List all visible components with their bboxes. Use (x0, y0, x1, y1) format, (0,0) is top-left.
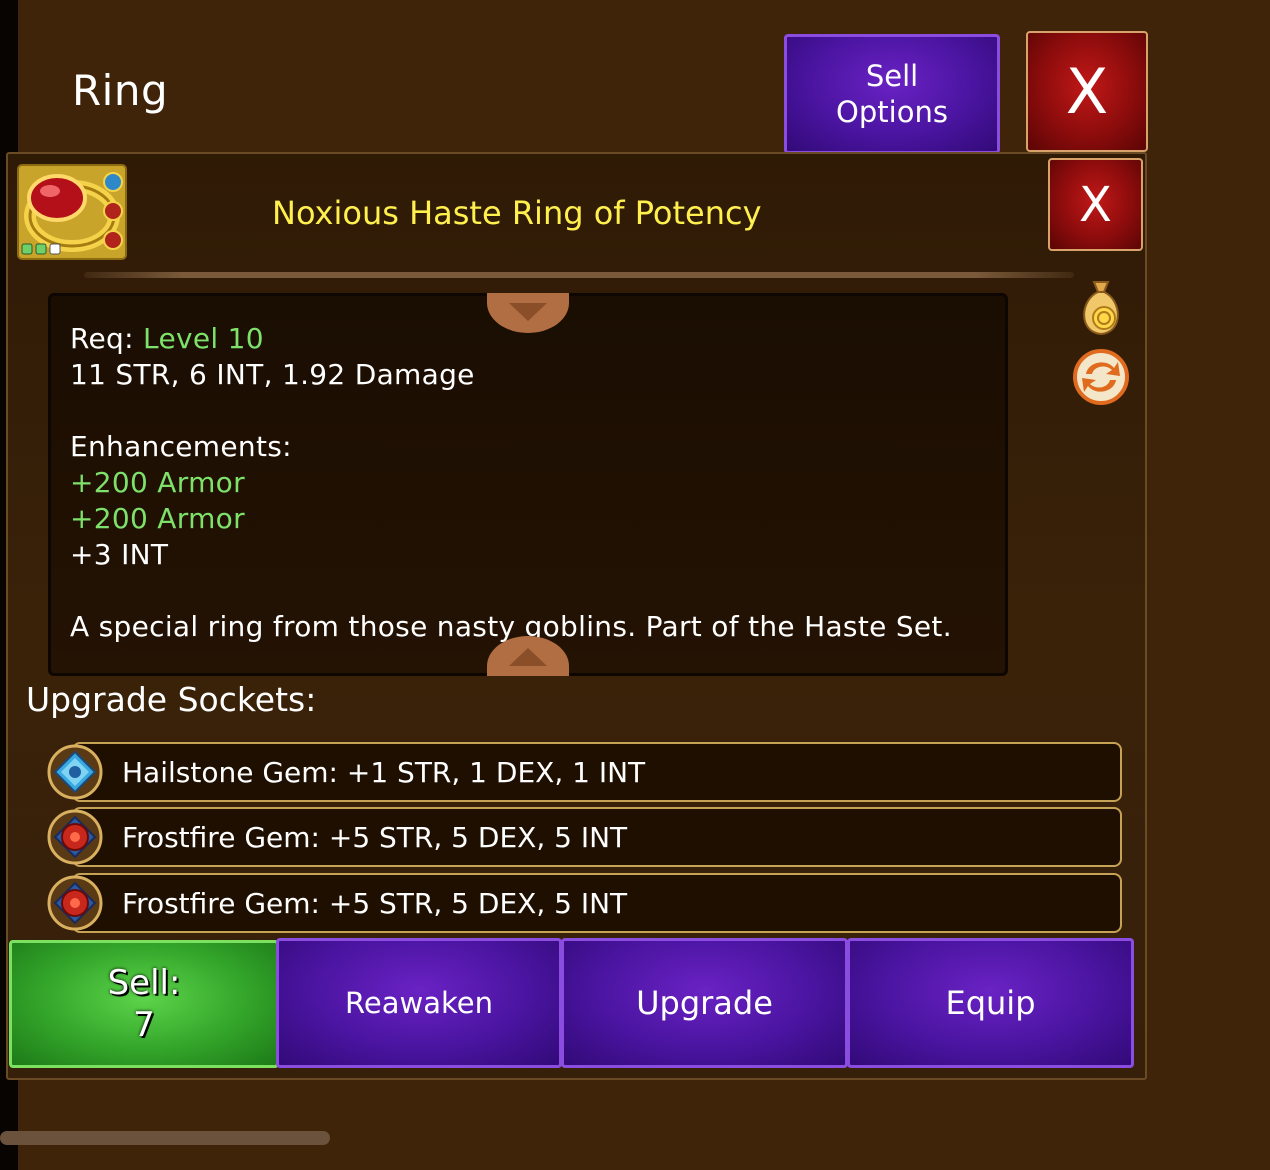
socket-label: Frostfire Gem: +5 STR, 5 DEX, 5 INT (122, 887, 628, 920)
red-gem-icon (47, 809, 103, 865)
equip-label: Equip (945, 984, 1036, 1022)
close-window-button[interactable]: X (1026, 31, 1148, 152)
reawaken-label: Reawaken (345, 986, 493, 1020)
reawaken-button[interactable]: Reawaken (276, 938, 562, 1068)
item-name: Noxious Haste Ring of Potency (272, 194, 762, 232)
red-gem-icon (47, 875, 103, 931)
equip-button[interactable]: Equip (847, 938, 1134, 1068)
socket-label: Hailstone Gem: +1 STR, 1 DEX, 1 INT (122, 756, 646, 789)
horizontal-scrollbar[interactable] (0, 1131, 330, 1145)
blue-gem-icon (47, 744, 103, 800)
ring-item-icon[interactable] (17, 164, 127, 260)
scroll-down-tab[interactable] (487, 636, 569, 676)
item-stats: 11 STR, 6 INT, 1.92 Damage (70, 358, 475, 391)
money-bag-icon[interactable] (1074, 278, 1128, 338)
swap-icon[interactable] (1072, 348, 1130, 406)
enhancements-title: Enhancements: (70, 430, 292, 463)
close-item-button[interactable]: X (1048, 158, 1143, 251)
socket-label: Frostfire Gem: +5 STR, 5 DEX, 5 INT (122, 821, 628, 854)
sell-options-button[interactable]: Sell Options (784, 34, 1000, 154)
sell-options-label: Sell Options (836, 58, 948, 129)
close-icon: X (1065, 55, 1109, 128)
sell-button[interactable]: Sell: 7 (9, 940, 279, 1068)
requirement-line: Req: Level 10 (70, 322, 264, 355)
upgrade-label: Upgrade (636, 984, 773, 1022)
sell-price: 7 (133, 1005, 155, 1045)
close-icon: X (1079, 176, 1112, 233)
upgrade-button[interactable]: Upgrade (561, 938, 848, 1068)
req-label: Req: (70, 322, 134, 355)
page-title: Ring (72, 66, 169, 115)
enhancement-item: +200 Armor (70, 502, 245, 535)
title-divider (84, 272, 1074, 278)
scroll-up-tab[interactable] (487, 293, 569, 333)
sockets-title: Upgrade Sockets: (26, 680, 317, 719)
enhancement-item: +200 Armor (70, 466, 245, 499)
enhancement-item: +3 INT (70, 538, 169, 571)
sell-label: Sell: (107, 962, 181, 1003)
req-value: Level 10 (143, 322, 264, 355)
